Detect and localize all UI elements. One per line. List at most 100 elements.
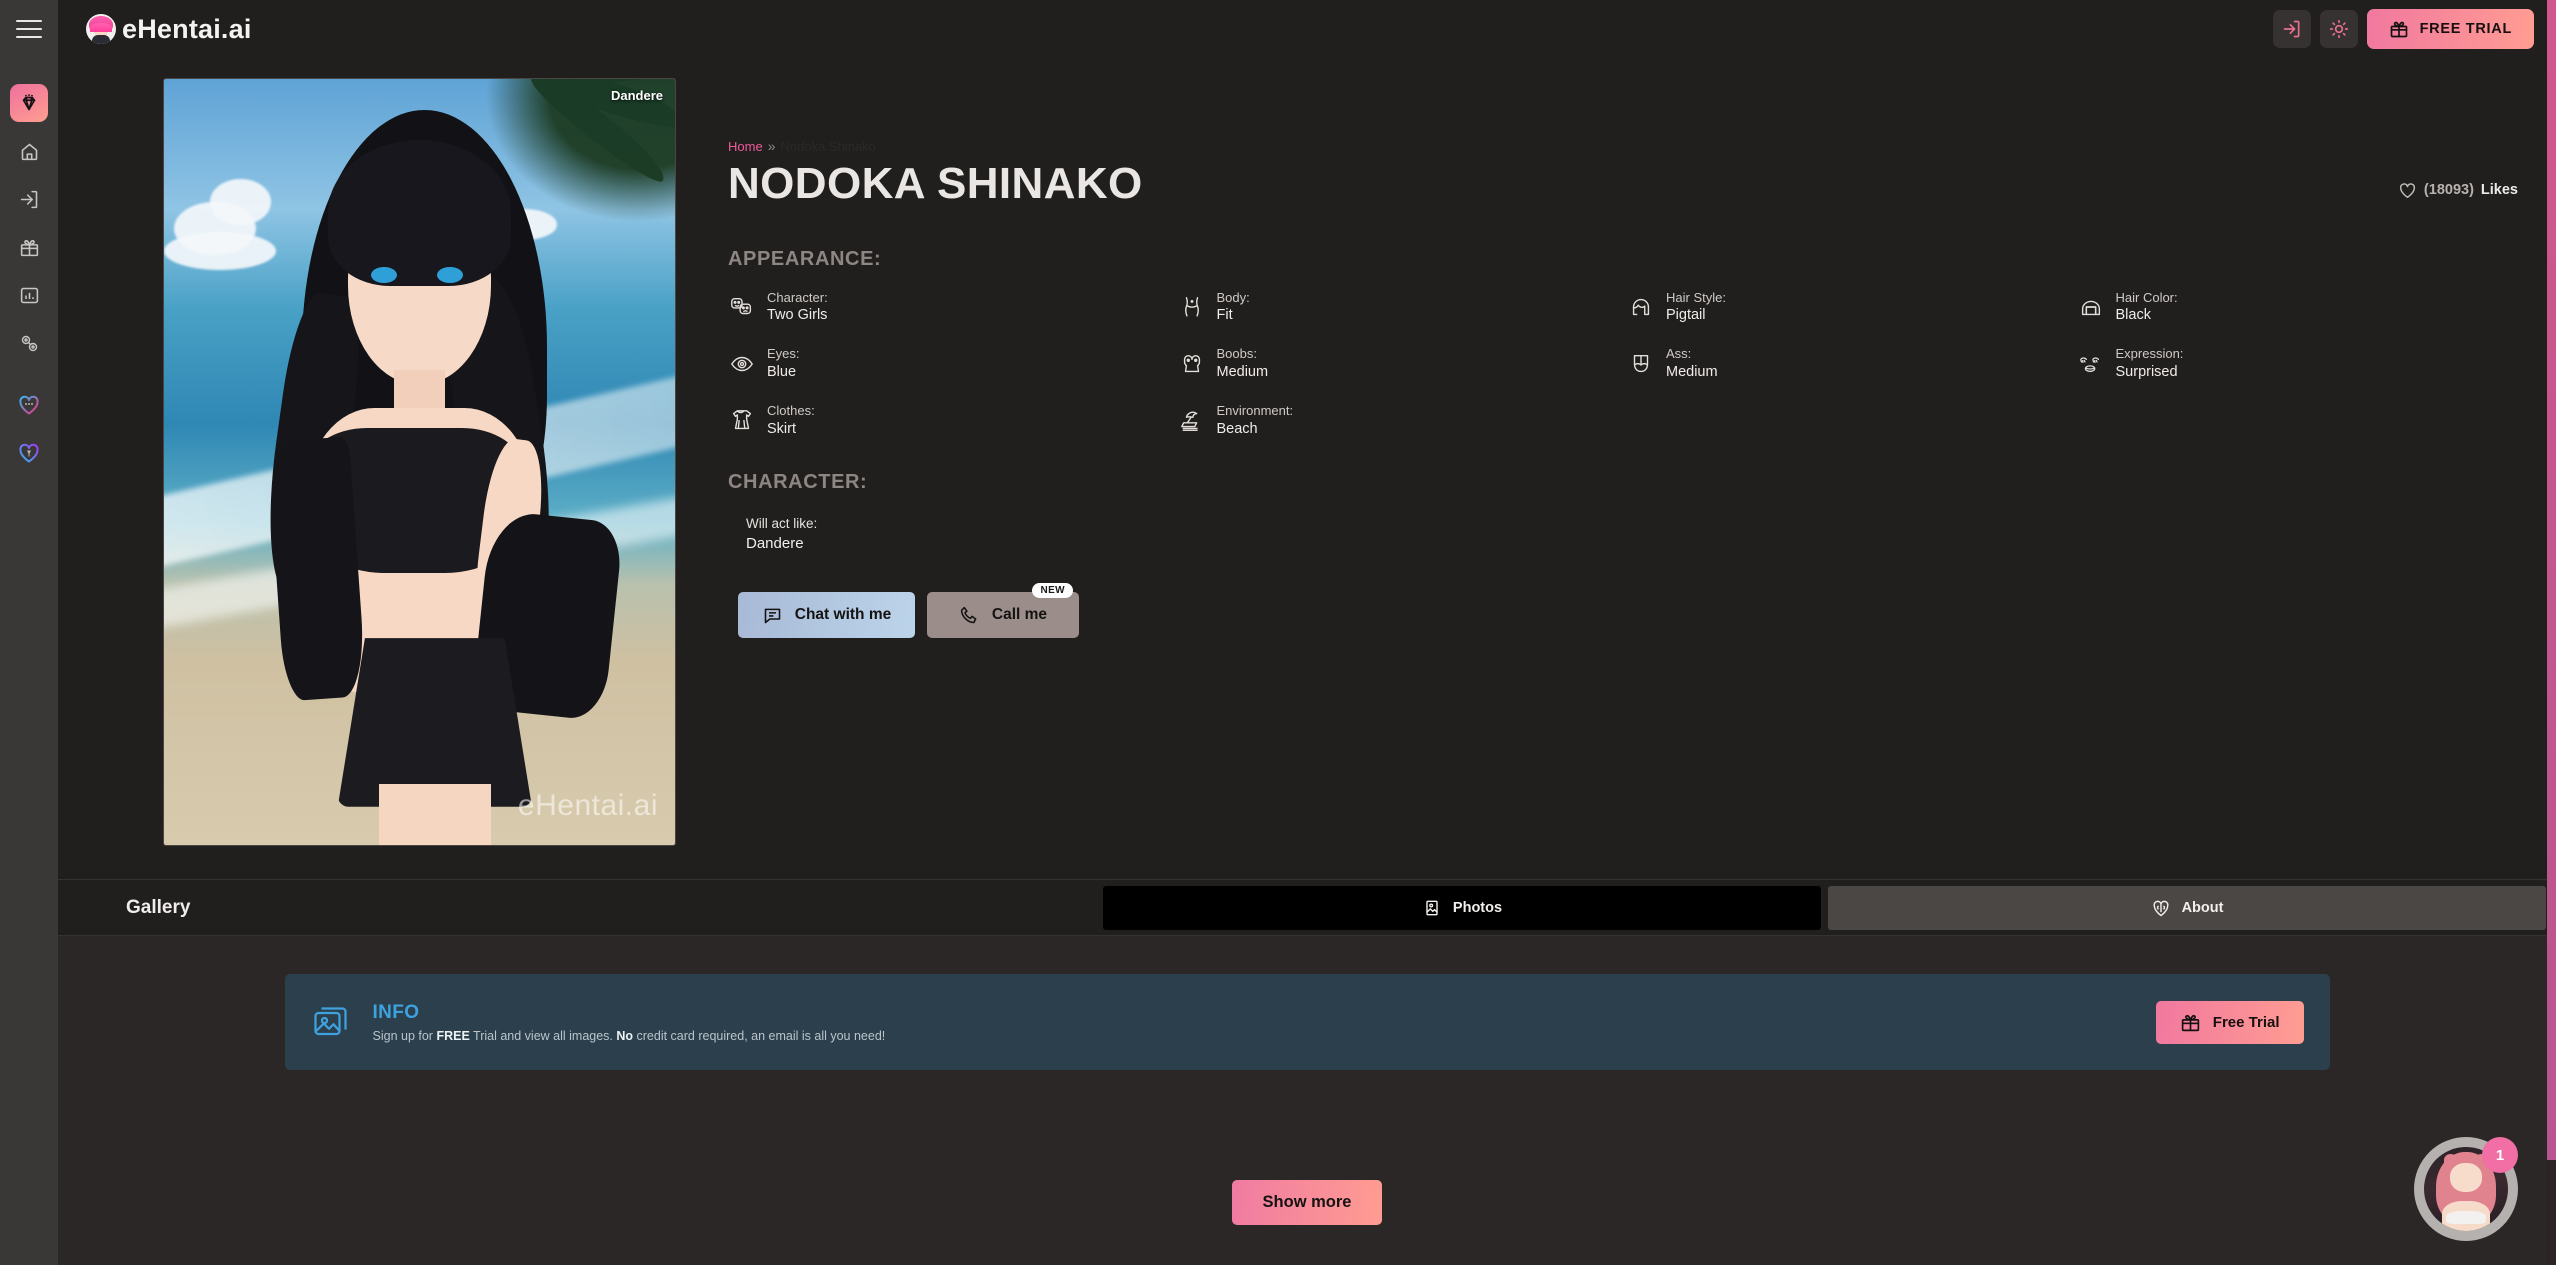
will-act-like-label: Will act like: (746, 516, 818, 532)
attribute-eyes: Eyes: Blue (728, 347, 1178, 380)
banner-free-trial-button[interactable]: Free Trial (2155, 1000, 2304, 1044)
affiliate-network-icon (21, 335, 37, 351)
page-scrollbar[interactable] (2547, 0, 2556, 1265)
chat-unread-badge: 1 (2482, 1137, 2518, 1173)
gallery-title: Gallery (126, 896, 191, 918)
attribute-key: Clothes: (767, 403, 815, 419)
attribute-key: Body: (1216, 289, 1250, 305)
attribute-environment: Environment: Beach (1178, 404, 1628, 437)
brand-name: eHentai.ai (122, 13, 252, 44)
chart-box-icon (20, 287, 38, 303)
hamburger-menu-icon (16, 20, 42, 38)
info-text-after: credit card required, an email is all yo… (633, 1028, 886, 1043)
attribute-expression: Expression: Surprised (2077, 347, 2527, 380)
info-banner-texts: INFO Sign up for FREE Trial and view all… (373, 1002, 886, 1043)
info-free-strong: FREE (436, 1028, 470, 1043)
top-header: eHentai.ai FREE TRIAL (0, 0, 2556, 58)
cta-row: Chat with me Call me NEW (738, 583, 2526, 639)
info-text-before: Sign up for (372, 1028, 437, 1043)
chat-widget[interactable]: 1 (2414, 1137, 2518, 1241)
theme-toggle-button[interactable] (2319, 10, 2358, 48)
gallery-tabs: Photos About (1103, 885, 2546, 930)
hamburger-menu-button[interactable] (0, 0, 58, 58)
home-icon (21, 143, 37, 160)
will-act-like-block: Will act like: Dandere (746, 516, 2526, 552)
gallery-content: INFO Sign up for FREE Trial and view all… (58, 936, 2556, 1265)
chat-with-me-button[interactable]: Chat with me (738, 592, 915, 639)
sidebar-item-gift[interactable] (10, 228, 48, 266)
scrollbar-thumb[interactable] (2547, 0, 2556, 1160)
gallery-bar: Gallery Photos About (58, 879, 2556, 936)
attribute-value: Fit (1216, 306, 1233, 323)
gift-icon (20, 239, 38, 256)
sun-brightness-icon (2329, 19, 2348, 39)
gift-icon (2181, 1014, 2200, 1031)
banner-free-trial-label: Free Trial (2212, 1013, 2280, 1031)
free-trial-label: FREE TRIAL (2419, 21, 2512, 37)
chat-bubble-icon (764, 608, 781, 624)
info-banner-title: INFO (372, 1001, 420, 1023)
breadcrumb-home-link[interactable]: Home (728, 139, 763, 154)
new-badge: NEW (1032, 583, 1073, 599)
hair-style-icon (1627, 293, 1655, 321)
page-title: NODOKA SHINAKO (728, 159, 1143, 208)
sidebar-item-login[interactable] (10, 180, 48, 218)
call-me-label: Call me (991, 606, 1048, 624)
login-icon (20, 190, 37, 208)
likes-count: (18093) (2423, 182, 2474, 199)
attribute-character: Character: Two Girls (728, 290, 1178, 324)
sidebar-item-stats[interactable] (10, 276, 48, 314)
left-sidebar (0, 58, 58, 1265)
call-me-button[interactable]: Call me NEW (927, 583, 1079, 639)
phone-icon (960, 606, 977, 624)
clothes-dress-icon (728, 407, 756, 435)
attribute-value: Beach (1216, 420, 1258, 437)
breadcrumb-current: Nodoka Shinako (780, 138, 876, 154)
attribute-value: Blue (767, 363, 797, 380)
info-text-middle: Trial and view all images. (469, 1028, 617, 1043)
buttocks-icon (1627, 350, 1655, 378)
attribute-key: Expression: (2115, 346, 2184, 362)
free-trial-button[interactable]: FREE TRIAL (2366, 9, 2534, 49)
heart-brain-icon (2153, 900, 2169, 916)
beach-umbrella-icon (1178, 407, 1206, 435)
gift-icon (2390, 21, 2407, 38)
images-stack-icon (309, 999, 355, 1045)
sidebar-item-home[interactable] (10, 132, 48, 170)
tab-about-label: About (2181, 899, 2224, 916)
tab-about[interactable]: About (1828, 885, 2546, 930)
appearance-attributes-grid: Character: Two Girls Body: Fit Hair Styl… (728, 289, 2527, 438)
sidebar-item-chat[interactable] (10, 386, 48, 424)
character-top-section: Dandere eHentai.ai Home » Nodoka Shinako… (58, 58, 2556, 846)
character-image-card[interactable]: Dandere eHentai.ai (163, 78, 676, 846)
attribute-key: Hair Color: (2115, 289, 2178, 305)
sidebar-item-affiliate[interactable] (10, 324, 48, 362)
breasts-icon (1178, 350, 1206, 378)
attribute-key: Ass: (1666, 346, 1692, 362)
attribute-key: Boobs: (1216, 346, 1257, 362)
login-button[interactable] (2272, 10, 2311, 48)
diamond-icon (22, 94, 36, 111)
attribute-value: Medium (1216, 363, 1269, 380)
likes-label: Likes (2480, 182, 2518, 199)
photo-image-icon (1426, 900, 1438, 915)
brand-logo-link[interactable]: eHentai.ai (86, 14, 252, 45)
personality-tag: Dandere (610, 88, 663, 103)
theater-masks-icon (728, 293, 756, 321)
attribute-key: Environment: (1216, 403, 1294, 419)
likes-block[interactable]: (18093) Likes (2398, 181, 2526, 208)
chat-with-me-label: Chat with me (794, 606, 892, 624)
image-watermark: eHentai.ai (517, 789, 658, 822)
sidebar-item-favorites[interactable] (10, 434, 48, 472)
info-banner-subtitle: Sign up for FREE Trial and view all imag… (373, 1029, 886, 1043)
body-figure-icon (1178, 293, 1206, 321)
appearance-heading: APPEARANCE: (728, 247, 882, 270)
heart-outline-icon (2399, 182, 2415, 198)
character-section-heading: CHARACTER: (728, 471, 868, 494)
tab-photos-label: Photos (1452, 899, 1503, 916)
character-figure (164, 79, 675, 845)
show-more-button[interactable]: Show more (1231, 1180, 1383, 1225)
breadcrumb: Home » Nodoka Shinako (728, 138, 2526, 154)
tab-photos[interactable]: Photos (1103, 885, 1821, 930)
sidebar-item-premium[interactable] (10, 84, 48, 122)
